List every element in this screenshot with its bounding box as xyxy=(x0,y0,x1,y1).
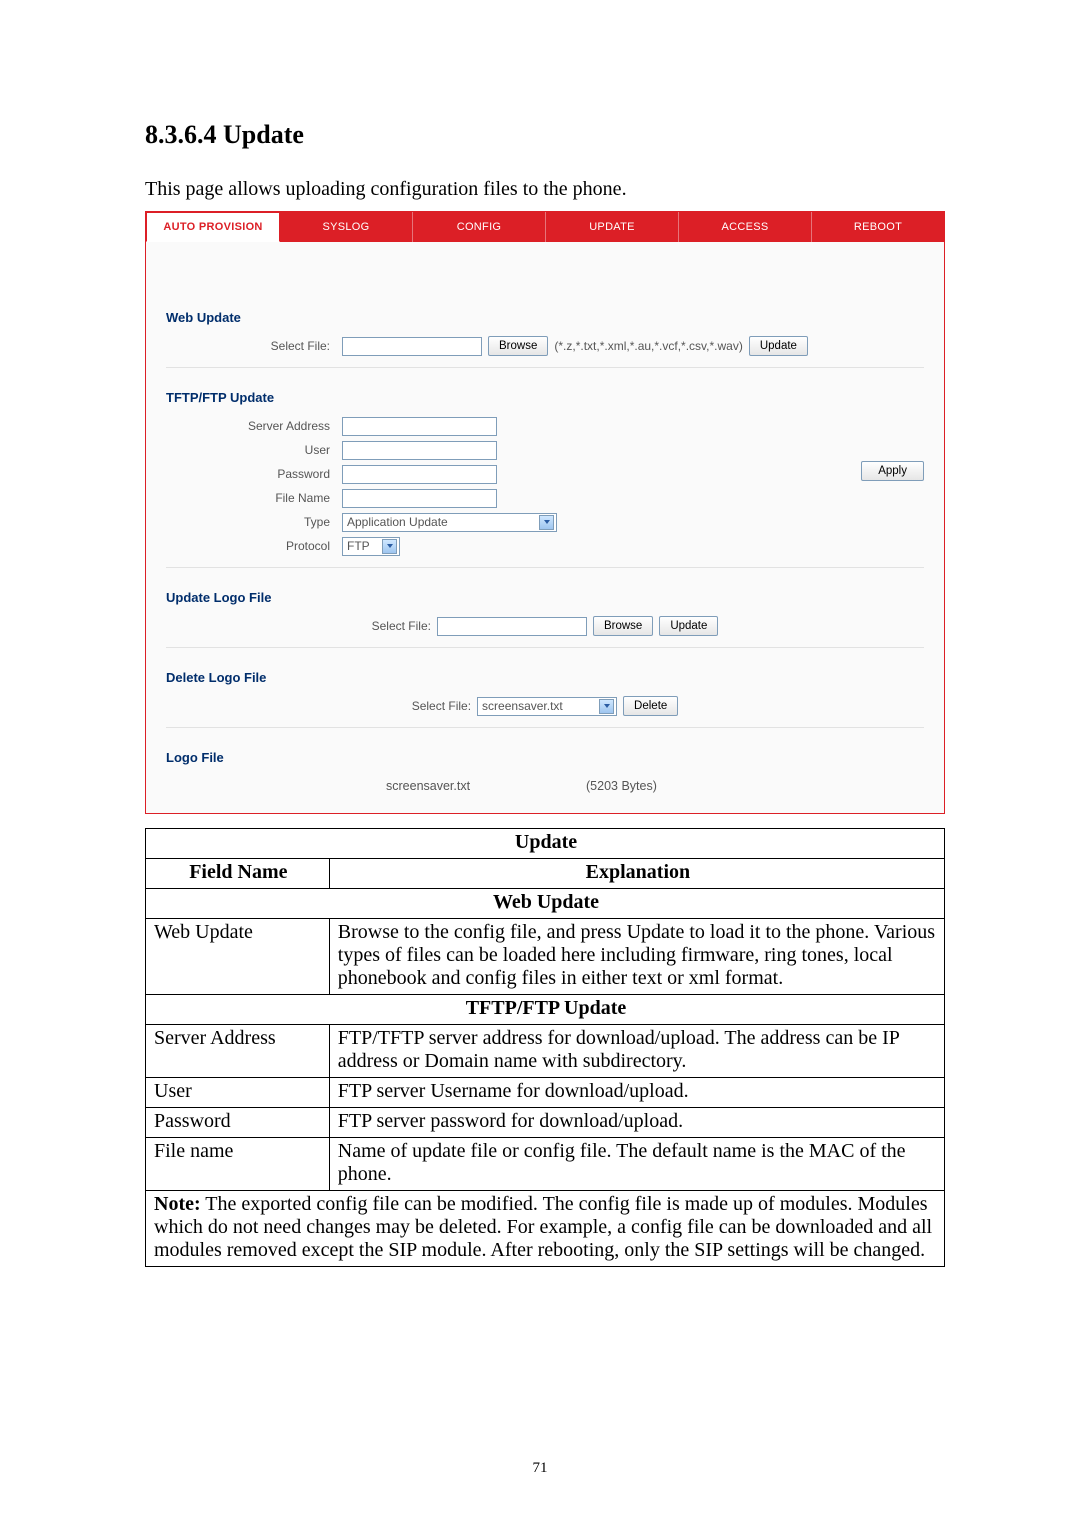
header-explanation: Explanation xyxy=(329,859,944,889)
file-name-label: File Name xyxy=(166,491,342,505)
protocol-label: Protocol xyxy=(166,539,342,553)
logo-file-title: Logo File xyxy=(166,750,924,765)
cell-explanation: Browse to the config file, and press Upd… xyxy=(329,919,944,995)
tab-update[interactable]: UPDATE xyxy=(546,212,679,242)
table-row: Password FTP server password for downloa… xyxy=(146,1108,945,1138)
explanation-table: Update Field Name Explanation Web Update… xyxy=(145,828,945,1267)
cell-explanation: FTP server password for download/upload. xyxy=(329,1108,944,1138)
logo-file-size: (5203 Bytes) xyxy=(586,779,657,793)
section-intro: This page allows uploading configuration… xyxy=(145,178,945,201)
apply-button[interactable]: Apply xyxy=(861,461,924,481)
cell-explanation: FTP/TFTP server address for download/upl… xyxy=(329,1025,944,1078)
cell-field: Password xyxy=(146,1108,330,1138)
update-logo-title: Update Logo File xyxy=(166,590,924,605)
file-name-input[interactable] xyxy=(342,489,497,508)
note-label: Note: xyxy=(154,1193,201,1215)
delete-logo-select-label: Select File: xyxy=(412,699,471,713)
cell-field: Web Update xyxy=(146,919,330,995)
update-logo-select-label: Select File: xyxy=(372,619,431,633)
subheader-web-update: Web Update xyxy=(146,889,945,919)
chevron-down-icon xyxy=(599,699,614,714)
cell-explanation: Name of update file or config file. The … xyxy=(329,1138,944,1191)
table-row: File name Name of update file or config … xyxy=(146,1138,945,1191)
tftp-title: TFTP/FTP Update xyxy=(166,390,924,405)
table-title: Update xyxy=(146,829,945,859)
select-file-input[interactable] xyxy=(342,337,482,356)
type-select[interactable]: Application Update xyxy=(342,513,557,532)
header-field-name: Field Name xyxy=(146,859,330,889)
update-panel: AUTO PROVISION SYSLOG CONFIG UPDATE ACCE… xyxy=(145,211,945,814)
tab-bar: AUTO PROVISION SYSLOG CONFIG UPDATE ACCE… xyxy=(146,212,944,242)
chevron-down-icon xyxy=(382,539,397,554)
update-logo-input[interactable] xyxy=(437,617,587,636)
tab-auto-provision[interactable]: AUTO PROVISION xyxy=(146,212,280,242)
cell-explanation: FTP server Username for download/upload. xyxy=(329,1078,944,1108)
delete-button[interactable]: Delete xyxy=(623,696,678,716)
note-cell: Note: The exported config file can be mo… xyxy=(146,1191,945,1267)
delete-logo-select-value: screensaver.txt xyxy=(482,699,563,713)
user-label: User xyxy=(166,443,342,457)
cell-field: File name xyxy=(146,1138,330,1191)
table-row: User FTP server Username for download/up… xyxy=(146,1078,945,1108)
tab-access[interactable]: ACCESS xyxy=(679,212,812,242)
server-address-label: Server Address xyxy=(166,419,342,433)
password-label: Password xyxy=(166,467,342,481)
web-update-button[interactable]: Update xyxy=(749,336,808,356)
type-select-value: Application Update xyxy=(347,515,448,529)
protocol-select[interactable]: FTP xyxy=(342,537,400,556)
chevron-down-icon xyxy=(539,515,554,530)
table-row: Server Address FTP/TFTP server address f… xyxy=(146,1025,945,1078)
note-text: The exported config file can be modified… xyxy=(154,1193,932,1261)
section-heading: 8.3.6.4 Update xyxy=(145,120,945,150)
browse-button[interactable]: Browse xyxy=(488,336,548,356)
password-input[interactable] xyxy=(342,465,497,484)
logo-file-name: screensaver.txt xyxy=(386,779,586,793)
filetypes-hint: (*.z,*.txt,*.xml,*.au,*.vcf,*.csv,*.wav) xyxy=(554,339,742,353)
page-number: 71 xyxy=(0,1460,1080,1477)
protocol-select-value: FTP xyxy=(347,539,370,553)
delete-logo-title: Delete Logo File xyxy=(166,670,924,685)
select-file-label: Select File: xyxy=(166,339,342,353)
update-logo-browse-button[interactable]: Browse xyxy=(593,616,653,636)
tab-syslog[interactable]: SYSLOG xyxy=(280,212,413,242)
type-label: Type xyxy=(166,515,342,529)
user-input[interactable] xyxy=(342,441,497,460)
cell-field: Server Address xyxy=(146,1025,330,1078)
table-row: Web Update Browse to the config file, an… xyxy=(146,919,945,995)
web-update-title: Web Update xyxy=(166,310,924,325)
tab-config[interactable]: CONFIG xyxy=(413,212,546,242)
server-address-input[interactable] xyxy=(342,417,497,436)
update-logo-update-button[interactable]: Update xyxy=(659,616,718,636)
delete-logo-select[interactable]: screensaver.txt xyxy=(477,697,617,716)
cell-field: User xyxy=(146,1078,330,1108)
subheader-tftp: TFTP/FTP Update xyxy=(146,995,945,1025)
tab-reboot[interactable]: REBOOT xyxy=(812,212,944,242)
